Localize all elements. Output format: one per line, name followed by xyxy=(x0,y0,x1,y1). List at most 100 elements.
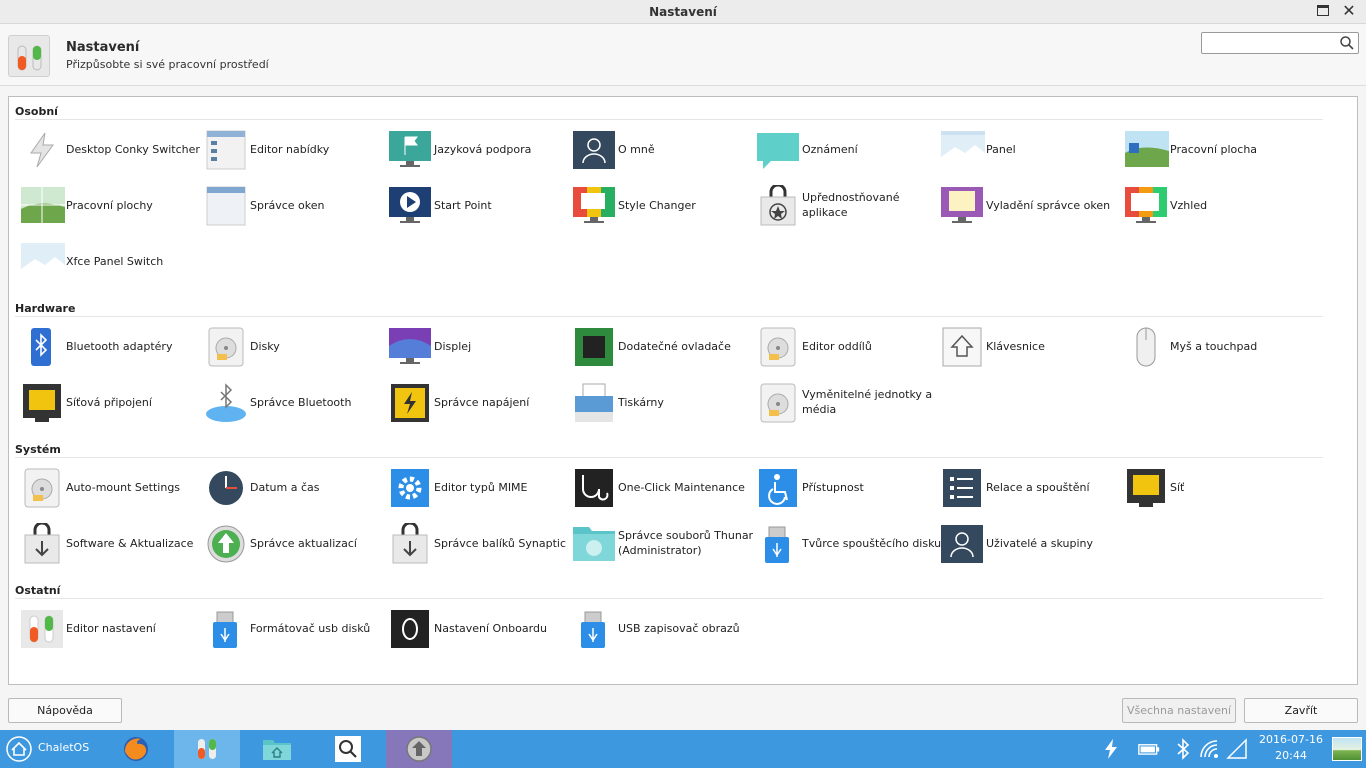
settings-item[interactable]: Panel xyxy=(937,125,1121,173)
settings-header: Nastavení Přizpůsobte si své pracovní pr… xyxy=(0,24,1366,86)
menu-editor-icon xyxy=(203,129,249,171)
settings-item[interactable]: Dodatečné ovladače xyxy=(569,322,753,370)
taskbar: ChaletOS 2016-07-16 20:44 xyxy=(0,730,1366,768)
close-button[interactable]: Zavřít xyxy=(1244,698,1358,723)
settings-item[interactable]: Vzhled xyxy=(1121,181,1305,229)
settings-item[interactable]: USB zapisovač obrazů xyxy=(569,604,753,652)
settings-item-label: Displej xyxy=(434,339,472,353)
network-icon xyxy=(1123,467,1169,509)
settings-item-label: Start Point xyxy=(434,198,492,212)
usb-writer-icon xyxy=(571,608,617,650)
settings-item[interactable]: Tiskárny xyxy=(569,378,753,426)
settings-item[interactable]: Auto-mount Settings xyxy=(17,463,201,511)
task-file-manager[interactable] xyxy=(244,730,310,768)
signal-icon[interactable] xyxy=(1226,738,1248,760)
close-window-button[interactable]: ✕ xyxy=(1339,1,1359,21)
settings-item[interactable]: Správce balíků Synaptic xyxy=(385,519,569,567)
settings-item[interactable]: Myš a touchpad xyxy=(1121,322,1305,370)
disks-icon xyxy=(203,326,249,368)
search-icon[interactable] xyxy=(1339,35,1355,51)
settings-item[interactable]: Editor nastavení xyxy=(17,604,201,652)
search-input[interactable] xyxy=(1201,32,1359,54)
settings-item[interactable]: Pracovní plocha xyxy=(1121,125,1305,173)
settings-item[interactable]: Disky xyxy=(201,322,385,370)
clock[interactable]: 2016-07-16 20:44 xyxy=(1256,732,1326,764)
desktop-icon xyxy=(1123,129,1169,171)
settings-item-label: Správce Bluetooth xyxy=(250,395,352,409)
all-settings-button[interactable]: Všechna nastavení xyxy=(1122,698,1236,723)
settings-item[interactable]: Síťová připojení xyxy=(17,378,201,426)
settings-item[interactable]: Správce napájení xyxy=(385,378,569,426)
settings-item-label: Správce napájení xyxy=(434,395,530,409)
automount-icon xyxy=(19,467,65,509)
bluetooth-icon[interactable] xyxy=(1172,738,1194,760)
maximize-button[interactable] xyxy=(1317,5,1329,16)
settings-item[interactable]: Upřednostňované aplikace xyxy=(753,181,937,229)
help-button[interactable]: Nápověda xyxy=(8,698,122,723)
settings-item-label: Pracovní plocha xyxy=(1170,142,1258,156)
settings-item-label: Přístupnost xyxy=(802,480,864,494)
settings-item[interactable]: Klávesnice xyxy=(937,322,1121,370)
settings-icon xyxy=(198,739,216,759)
settings-item[interactable]: Datum a čas xyxy=(201,463,385,511)
settings-item[interactable]: Relace a spouštění xyxy=(937,463,1121,511)
task-update-manager[interactable] xyxy=(386,730,452,768)
section-divider xyxy=(15,316,1323,317)
task-search[interactable] xyxy=(314,730,380,768)
settings-item[interactable]: Správce oken xyxy=(201,181,385,229)
settings-item[interactable]: Oznámení xyxy=(753,125,937,173)
section-title-personal: Osobní xyxy=(15,105,58,118)
settings-item[interactable]: Editor oddílů xyxy=(753,322,937,370)
start-menu-button[interactable]: ChaletOS xyxy=(0,730,100,768)
settings-item[interactable]: Xfce Panel Switch xyxy=(17,237,201,285)
settings-item-label: Editor typů MIME xyxy=(434,480,528,494)
settings-item-label: Datum a čas xyxy=(250,480,320,494)
show-desktop-icon[interactable] xyxy=(1332,737,1362,761)
settings-item[interactable]: Vyladění správce oken xyxy=(937,181,1121,229)
panel-icon xyxy=(939,129,985,171)
settings-item[interactable]: Software & Aktualizace xyxy=(17,519,201,567)
settings-item[interactable]: Bluetooth adaptéry xyxy=(17,322,201,370)
page-subtitle: Přizpůsobte si své pracovní prostředí xyxy=(66,58,269,71)
page-title: Nastavení xyxy=(66,40,140,55)
section-title-system: Systém xyxy=(15,443,61,456)
wifi-icon[interactable] xyxy=(1198,738,1220,760)
settings-item[interactable]: Správce souborů Thunar (Administrator) xyxy=(569,519,753,567)
task-firefox[interactable] xyxy=(104,730,170,768)
settings-item[interactable]: Správce aktualizací xyxy=(201,519,385,567)
settings-item[interactable]: Desktop Conky Switcher xyxy=(17,125,201,173)
power-icon[interactable] xyxy=(1100,738,1122,760)
settings-item[interactable]: Síť xyxy=(1121,463,1305,511)
settings-item[interactable]: Nastavení Onboardu xyxy=(385,604,569,652)
section-divider xyxy=(15,598,1323,599)
settings-item[interactable]: Správce Bluetooth xyxy=(201,378,385,426)
preferred-apps-icon xyxy=(755,183,801,227)
settings-item[interactable]: O mně xyxy=(569,125,753,173)
settings-item-label: Style Changer xyxy=(618,198,696,212)
battery-icon[interactable] xyxy=(1138,738,1160,760)
settings-item[interactable]: One-Click Maintenance xyxy=(569,463,753,511)
settings-item[interactable]: Editor typů MIME xyxy=(385,463,569,511)
settings-item[interactable]: Vyměnitelné jednotky a média xyxy=(753,378,937,426)
task-settings[interactable] xyxy=(174,730,240,768)
settings-item[interactable]: Tvůrce spouštěcího disku xyxy=(753,519,941,567)
settings-item[interactable]: Editor nabídky xyxy=(201,125,385,173)
settings-item-label: Dodatečné ovladače xyxy=(618,339,731,353)
window-title: Nastavení xyxy=(649,5,717,19)
settings-item[interactable]: Pracovní plochy xyxy=(17,181,201,229)
settings-item[interactable]: Start Point xyxy=(385,181,569,229)
section-title-other: Ostatní xyxy=(15,584,61,597)
synaptic-icon xyxy=(387,521,433,565)
mouse-icon xyxy=(1123,326,1169,368)
settings-item[interactable]: Style Changer xyxy=(569,181,753,229)
settings-item[interactable]: Formátovač usb disků xyxy=(201,604,385,652)
workspaces-icon xyxy=(19,185,65,227)
settings-item[interactable]: Přístupnost xyxy=(753,463,937,511)
settings-item-label: Uživatelé a skupiny xyxy=(986,536,1094,550)
settings-item[interactable]: Displej xyxy=(385,322,569,370)
settings-app-icon xyxy=(8,35,50,77)
style-changer-icon xyxy=(571,185,617,227)
settings-item[interactable]: Jazyková podpora xyxy=(385,125,569,173)
maintenance-icon xyxy=(571,467,617,509)
settings-item[interactable]: Uživatelé a skupiny xyxy=(937,519,1121,567)
